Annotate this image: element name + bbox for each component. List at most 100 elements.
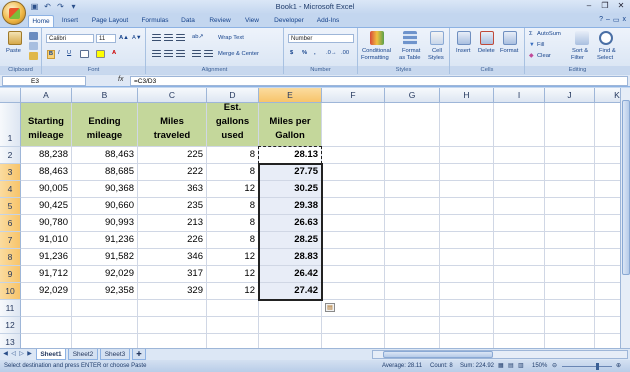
minimize-button[interactable]: – (582, 1, 596, 11)
grid-cell[interactable] (595, 300, 620, 317)
shrink-font-icon[interactable]: A▼ (132, 35, 142, 42)
grid-cell[interactable] (207, 334, 259, 348)
grid-cell[interactable] (545, 334, 595, 348)
grid-cell[interactable] (440, 198, 494, 215)
horizontal-scrollbar[interactable] (372, 350, 628, 359)
data-cell[interactable]: 88,238 (21, 147, 72, 164)
data-cell[interactable]: 12 (207, 249, 259, 266)
grid-cell[interactable] (440, 266, 494, 283)
data-cell[interactable]: 91,582 (72, 249, 138, 266)
data-cell[interactable]: 88,463 (21, 164, 72, 181)
grid-cell[interactable] (322, 249, 385, 266)
row-header[interactable]: 12 (0, 317, 21, 334)
data-cell[interactable]: 90,368 (72, 181, 138, 198)
grid-cell[interactable] (259, 334, 322, 348)
grid-cell[interactable] (595, 249, 620, 266)
clear-button[interactable]: Clear (537, 53, 551, 60)
grid-cell[interactable] (322, 103, 385, 147)
vertical-scrollbar[interactable] (620, 88, 630, 348)
restore-button[interactable]: ❐ (598, 1, 612, 11)
sort-filter-button-line2[interactable]: Filter (571, 55, 584, 62)
data-cell[interactable]: 346 (138, 249, 207, 266)
data-cell[interactable]: 92,358 (72, 283, 138, 300)
row-header[interactable]: 4 (0, 181, 21, 198)
bold-icon[interactable]: B (47, 50, 55, 59)
grid-cell[interactable] (440, 181, 494, 198)
font-name-select[interactable]: Calibri (46, 34, 94, 43)
clear-icon[interactable]: ◆ (529, 53, 533, 60)
fill-icon[interactable]: ▼ (529, 42, 535, 49)
grid-cell[interactable] (385, 164, 440, 181)
data-cell[interactable]: 8 (207, 215, 259, 232)
column-header[interactable]: A (21, 88, 72, 103)
grid-cell[interactable] (545, 232, 595, 249)
grid-cell[interactable] (595, 266, 620, 283)
number-format-select[interactable]: Number (288, 34, 354, 43)
decrease-decimal-icon[interactable]: .00 (341, 50, 349, 57)
tab-page-layout[interactable]: Page Layout (88, 15, 132, 27)
percent-icon[interactable]: % (302, 50, 307, 57)
grid-cell[interactable] (595, 181, 620, 198)
data-cell[interactable]: 30.25 (259, 181, 322, 198)
zoom-out-icon[interactable]: ⊖ (552, 360, 557, 372)
grid-cell[interactable] (595, 103, 620, 147)
header-cell[interactable]: Ending mileage (72, 103, 138, 147)
row-header[interactable]: 7 (0, 232, 21, 249)
underline-icon[interactable]: U (67, 50, 71, 57)
align-left-icon[interactable] (152, 50, 161, 58)
find-select-button[interactable]: Find & (599, 48, 616, 55)
grid-cell[interactable] (138, 317, 207, 334)
page-layout-view-icon[interactable]: ▤ (508, 360, 514, 372)
insert-function-icon[interactable]: fx (118, 76, 123, 83)
column-header[interactable]: F (322, 88, 385, 103)
conditional-formatting-button-line2[interactable]: Formatting (361, 55, 389, 62)
grid-cell[interactable] (494, 317, 545, 334)
ribbon-minimize-icon[interactable]: – (606, 16, 610, 24)
font-size-select[interactable]: 11 (96, 34, 116, 43)
grow-font-icon[interactable]: A▲ (119, 35, 129, 42)
grid-cell[interactable] (494, 334, 545, 348)
grid-cell[interactable] (595, 232, 620, 249)
grid-cell[interactable] (322, 232, 385, 249)
format-cells-icon[interactable] (503, 31, 517, 45)
cut-icon[interactable] (29, 32, 38, 40)
tab-developer[interactable]: Developer (270, 15, 308, 27)
row-header[interactable]: 9 (0, 266, 21, 283)
find-select-button-line2[interactable]: Select (597, 55, 613, 62)
zoom-in-icon[interactable]: ⊕ (616, 360, 621, 372)
grid-cell[interactable] (21, 317, 72, 334)
grid-cell[interactable] (322, 147, 385, 164)
data-cell[interactable]: 90,780 (21, 215, 72, 232)
data-cell[interactable]: 8 (207, 198, 259, 215)
data-cell[interactable]: 329 (138, 283, 207, 300)
grid-cell[interactable] (138, 334, 207, 348)
grid-cell[interactable] (494, 103, 545, 147)
grid-cell[interactable] (385, 181, 440, 198)
cell-styles-button[interactable]: Cell (432, 48, 442, 55)
fill-button[interactable]: Fill (537, 42, 544, 49)
ribbon-restore-icon[interactable]: ▭ (613, 16, 620, 24)
horizontal-scroll-thumb[interactable] (383, 351, 493, 358)
data-cell[interactable]: 90,425 (21, 198, 72, 215)
data-cell[interactable]: 29.38 (259, 198, 322, 215)
insert-sheet-icon[interactable]: ✚ (132, 349, 146, 360)
grid-cell[interactable] (385, 266, 440, 283)
align-right-icon[interactable] (176, 50, 185, 58)
cell-styles-button-line2[interactable]: Styles (428, 55, 444, 62)
grid-cell[interactable] (322, 181, 385, 198)
sheet-tab-1[interactable]: Sheet1 (36, 349, 66, 360)
grid-cell[interactable] (545, 198, 595, 215)
paste-button[interactable]: Paste (6, 48, 21, 55)
data-cell[interactable]: 28.13 (259, 147, 322, 164)
delete-cells-icon[interactable] (480, 31, 494, 45)
data-cell[interactable]: 222 (138, 164, 207, 181)
autosum-button[interactable]: AutoSum (537, 31, 561, 38)
grid-cell[interactable] (385, 334, 440, 348)
row-header[interactable]: 5 (0, 198, 21, 215)
grid-cell[interactable] (259, 300, 322, 317)
formula-input[interactable]: =C3/D3 (130, 76, 628, 86)
grid-cell[interactable] (385, 317, 440, 334)
grid-cell[interactable] (545, 147, 595, 164)
worksheet-grid[interactable]: A B C D E F G H I J K 1 2 3 4 5 6 7 8 9 10 11 12 13 Starting mil… (0, 88, 620, 348)
grid-cell[interactable] (385, 198, 440, 215)
